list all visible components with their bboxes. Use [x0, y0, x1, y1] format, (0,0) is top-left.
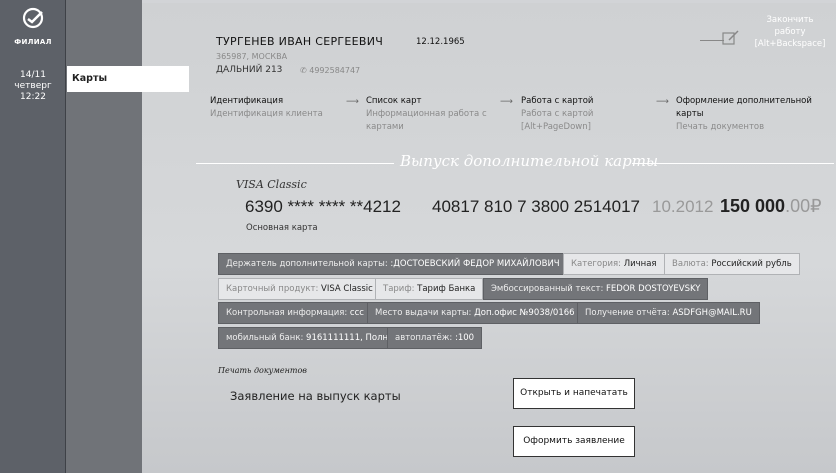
- chip-value: ccc: [347, 308, 364, 318]
- chip-label: Категория:: [571, 259, 621, 269]
- chip-value: Личная: [621, 259, 657, 269]
- finish-line2: работу: [774, 27, 806, 37]
- chip-value: :100: [452, 333, 475, 343]
- step-sub: Работа с картой: [521, 109, 594, 119]
- date: 14/11: [20, 70, 46, 80]
- chip-label: автоплатёж:: [395, 333, 453, 343]
- chip-label: Получение отчёта:: [585, 308, 670, 318]
- section-divider-right: [632, 163, 834, 164]
- product-chip[interactable]: Карточный продукт: VISA Classic: [218, 278, 381, 300]
- chip-label: Карточный продукт:: [226, 284, 319, 294]
- client-phone: ✆ 4992584747: [300, 66, 360, 75]
- submit-application-button[interactable]: Оформить заявление: [513, 426, 635, 457]
- step-card-work[interactable]: Работа с картой Работа с картой [Alt+Pag…: [521, 95, 593, 134]
- step-sub: Идентификация клиента: [210, 109, 323, 119]
- chip-label: Эмбоссированный текст:: [491, 284, 604, 294]
- step-title-cont: карты: [676, 109, 704, 119]
- left-bar: ФИЛИАЛ 14/11 четверг 12:22: [0, 0, 66, 473]
- emboss-chip[interactable]: Эмбоссированный текст: FEDOR DOSTOYEVSKY: [483, 278, 709, 300]
- sidebar-item-cards[interactable]: Карты: [67, 66, 189, 92]
- chip-label: Держатель дополнительной карты:: [226, 259, 388, 269]
- step-sub: Информационная работа с: [366, 109, 487, 119]
- card-number: 6390 **** **** **4212: [245, 197, 401, 216]
- tariff-chip[interactable]: Тариф: Тариф Банка: [375, 278, 484, 300]
- step-title: Оформление дополнительной: [676, 96, 812, 106]
- section-title: Выпуск дополнительной карты: [400, 152, 659, 170]
- weekday: четверг: [14, 81, 52, 91]
- chip-label: Тариф:: [383, 284, 415, 294]
- chip-value: Тариф Банка: [414, 284, 476, 294]
- mobile-bank-chip[interactable]: мобильный банк: 9161111111, Полный: [218, 327, 409, 349]
- card-kind: Основная карта: [246, 223, 318, 233]
- chip-label: Место выдачи карты:: [375, 308, 472, 318]
- time: 12:22: [20, 92, 46, 102]
- step-title: Работа с картой: [521, 96, 594, 106]
- finish-line3: [Alt+Backspace]: [754, 39, 826, 49]
- step-title: Список карт: [366, 96, 422, 106]
- report-chip[interactable]: Получение отчёта: ASDFGH@MAIL.RU: [577, 302, 760, 324]
- section-divider-left: [196, 163, 394, 164]
- account-number: 40817 810 7 3800 2514017: [432, 197, 640, 216]
- finish-work-button[interactable]: Закончить работу [Alt+Backspace]: [752, 14, 828, 50]
- card-product: VISA Classic: [236, 178, 307, 191]
- arrow-right-icon: ⟶: [656, 97, 669, 107]
- currency-chip[interactable]: Валюта: Российский рубль: [664, 253, 800, 275]
- client-city: ДАЛЬНИЙ 213: [216, 65, 283, 75]
- chip-value: Российский рубль: [708, 259, 792, 269]
- step-sub: картами: [366, 122, 404, 132]
- chip-value: :ДОСТОЕВСКИЙ ФЕДОР МИХАЙЛОВИЧ: [387, 259, 560, 269]
- finish-line1: Закончить: [766, 15, 814, 25]
- step-identification[interactable]: Идентификация Идентификация клиента: [210, 95, 323, 121]
- category-chip[interactable]: Категория: Личная: [563, 253, 665, 275]
- chip-value: 9161111111, Полный: [303, 333, 401, 343]
- document-name: Заявление на выпуск карты: [230, 389, 401, 403]
- edit-icon[interactable]: [722, 30, 740, 49]
- chip-value: Доп.офис №9038/0166: [471, 308, 575, 318]
- step-additional-card[interactable]: Оформление дополнительной карты Печать д…: [676, 95, 812, 134]
- chip-label: Валюта:: [672, 259, 709, 269]
- chip-value: VISA Classic: [318, 284, 373, 294]
- issue-place-chip[interactable]: Место выдачи карты: Доп.офис №9038/0166: [367, 302, 583, 324]
- control-info-chip[interactable]: Контрольная информация: ccc: [218, 302, 372, 324]
- date-widget: 14/11 четверг 12:22: [0, 70, 66, 103]
- balance-amount: 150 000: [720, 196, 786, 216]
- balance-currency: ₽: [810, 196, 822, 216]
- phone-icon: ✆: [300, 66, 307, 75]
- docs-section-label: Печать документов: [218, 366, 307, 375]
- arrow-right-icon: ⟶: [346, 97, 359, 107]
- card-expiry: 10.2012: [652, 197, 714, 216]
- open-print-button[interactable]: Открыть и напечатать: [513, 378, 635, 409]
- client-address: 365987, МОСКВА: [216, 52, 288, 61]
- client-dob: 12.12.1965: [416, 37, 465, 47]
- step-title: Идентификация: [210, 96, 284, 106]
- client-name: ТУРГЕНЕВ ИВАН СЕРГЕЕВИЧ: [216, 35, 384, 48]
- logo-icon: [22, 7, 44, 29]
- chip-value: ASDFGH@MAIL.RU: [669, 308, 752, 318]
- finish-divider: [700, 40, 724, 41]
- card-balance: 150 000.00₽: [720, 196, 822, 217]
- arrow-right-icon: ⟶: [500, 97, 513, 107]
- step-card-list[interactable]: Список карт Информационная работа с карт…: [366, 95, 487, 134]
- logo-text: ФИЛИАЛ: [14, 38, 52, 46]
- balance-cents: .00: [785, 196, 811, 216]
- chip-label: Контрольная информация:: [226, 308, 348, 318]
- chip-value: FEDOR DOSTOYEVSKY: [603, 284, 701, 294]
- step-sub: Печать документов: [676, 122, 765, 132]
- bank-logo: ФИЛИАЛ: [8, 7, 58, 51]
- step-sub: [Alt+PageDown]: [521, 122, 591, 132]
- holder-chip[interactable]: Держатель дополнительной карты: :ДОСТОЕВ…: [218, 253, 568, 275]
- phone-number: 4992584747: [309, 66, 361, 75]
- autopay-chip[interactable]: автоплатёж: :100: [387, 327, 483, 349]
- chip-label: мобильный банк:: [226, 333, 304, 343]
